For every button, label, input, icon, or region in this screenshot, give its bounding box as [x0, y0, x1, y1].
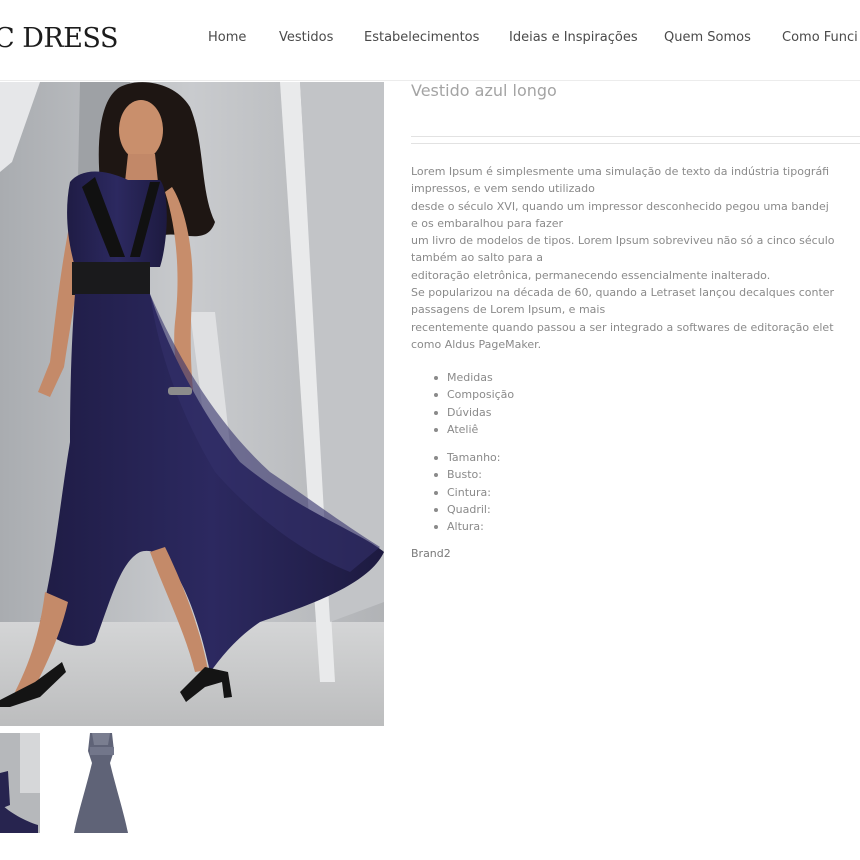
nav-ideias-inspiracoes[interactable]: Ideias e Inspirações	[509, 30, 638, 45]
size-field-busto: Busto:	[411, 466, 711, 483]
description-line: passagens de Lorem Ipsum, e mais	[411, 303, 606, 317]
description-line: e os embaralhou para fazer	[411, 216, 564, 230]
info-links-list: Medidas Composição Dúvidas Ateliê	[411, 369, 711, 438]
site-logo[interactable]: C DRESS	[0, 23, 118, 54]
info-link-atelie[interactable]: Ateliê	[411, 421, 711, 438]
size-field-tamanho: Tamanho:	[411, 449, 711, 466]
nav-como-funciona[interactable]: Como Funci	[782, 30, 858, 45]
nav-quem-somos[interactable]: Quem Somos	[664, 30, 751, 45]
description-line: também ao salto para a	[411, 251, 543, 265]
brand-label[interactable]: Brand2	[411, 547, 451, 560]
description-line: Lorem Ipsum é simplesmente uma simulação…	[411, 165, 830, 178]
info-link-medidas[interactable]: Medidas	[411, 369, 711, 386]
dress-photo-icon[interactable]	[0, 82, 384, 726]
description-line: como Aldus PageMaker.	[411, 337, 542, 351]
size-field-altura: Altura:	[411, 518, 711, 535]
nav-home[interactable]: Home	[208, 30, 246, 45]
description-line: impressos, e vem sendo utilizado	[411, 182, 595, 196]
product-page: C DRESS Home Vestidos Estabelecimentos I…	[0, 0, 860, 860]
size-field-cintura: Cintura:	[411, 484, 711, 501]
divider	[411, 143, 860, 144]
nav-estabelecimentos[interactable]: Estabelecimentos	[364, 30, 479, 45]
description-line: desde o século XVI, quando um impressor …	[411, 199, 829, 213]
size-field-quadril: Quadril:	[411, 501, 711, 518]
product-title: Vestido azul longo	[411, 81, 557, 100]
divider	[411, 136, 860, 137]
info-link-duvidas[interactable]: Dúvidas	[411, 404, 711, 421]
description-line: editoração eletrônica, permanecendo esse…	[411, 268, 771, 282]
info-link-composicao[interactable]: Composição	[411, 386, 711, 403]
size-fields-list: Tamanho: Busto: Cintura: Quadril: Altura…	[411, 449, 711, 535]
site-header: C DRESS Home Vestidos Estabelecimentos I…	[0, 0, 860, 81]
description-line: um livro de modelos de tipos. Lorem Ipsu…	[411, 234, 835, 248]
description-line: Se popularizou na década de 60, quando a…	[411, 286, 835, 300]
nav-vestidos[interactable]: Vestidos	[279, 30, 333, 45]
dress-thumbnail-1-icon[interactable]	[0, 733, 40, 833]
product-description: Lorem Ipsum é simplesmente uma simulação…	[411, 163, 860, 353]
dress-thumbnail-2-icon[interactable]	[72, 733, 130, 833]
description-line: recentemente quando passou a ser integra…	[411, 320, 834, 334]
product-details: Vestido azul longo Lorem Ipsum é simples…	[411, 80, 860, 560]
